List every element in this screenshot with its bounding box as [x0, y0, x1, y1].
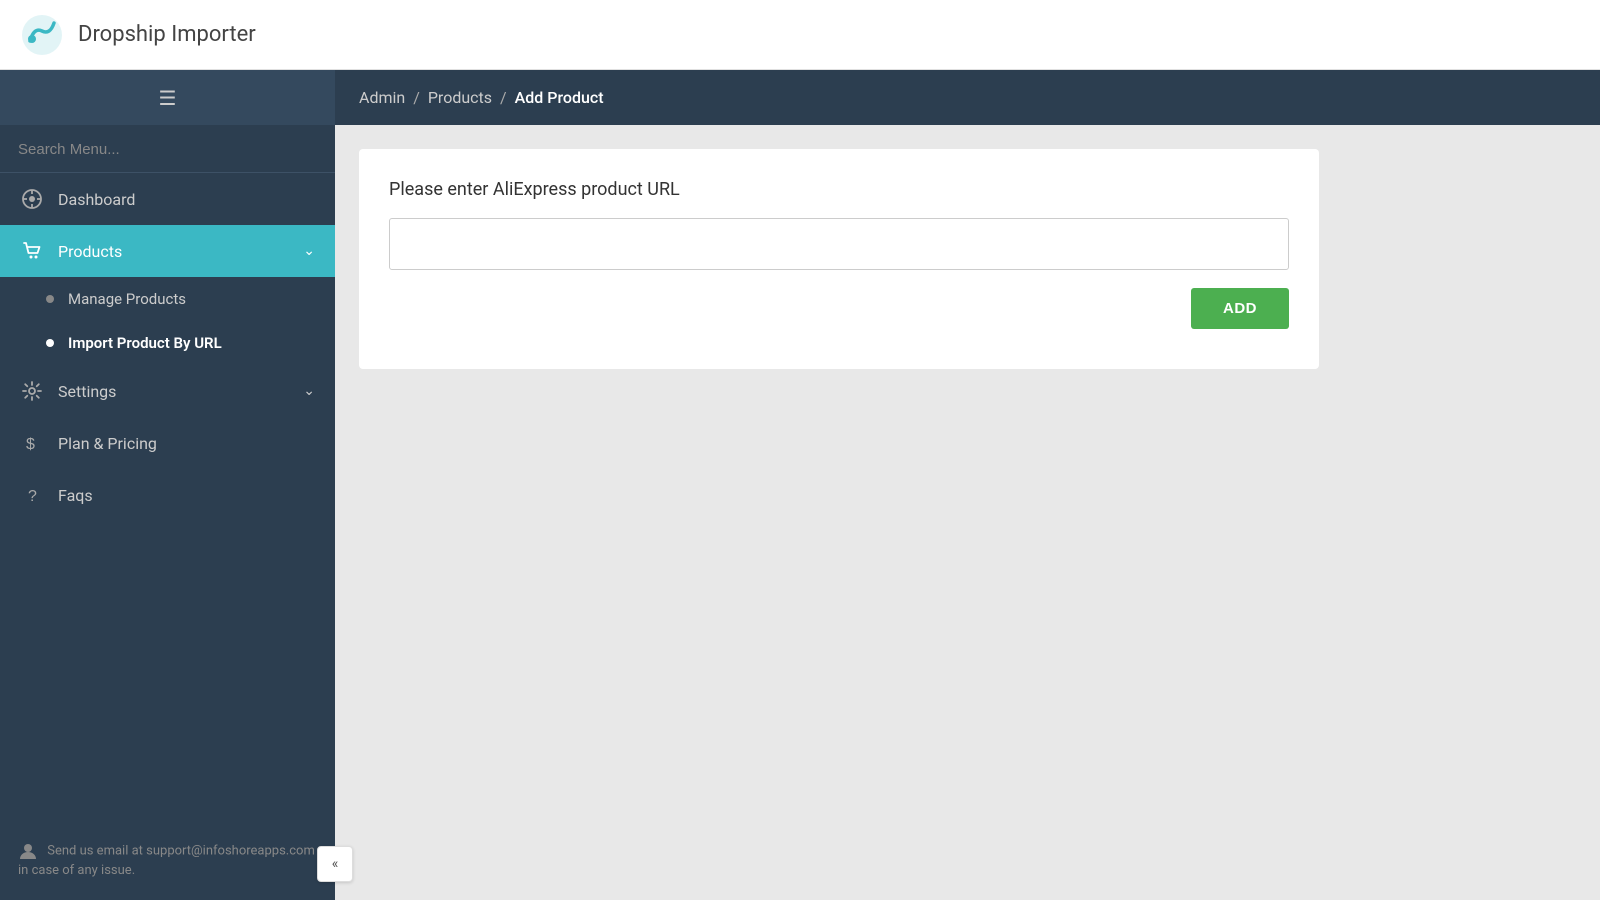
gear-icon: [20, 379, 44, 403]
collapse-icon: «: [332, 856, 339, 872]
sidebar-item-dashboard[interactable]: Dashboard: [0, 173, 335, 225]
app-title: Dropship Importer: [78, 22, 256, 47]
sidebar-topbar: ☰: [0, 70, 335, 125]
add-button-row: ADD: [389, 288, 1289, 329]
sidebar-item-products[interactable]: Products ⌄: [0, 225, 335, 277]
svg-text:?: ?: [28, 488, 37, 505]
sidebar-item-label-plan-pricing: Plan & Pricing: [58, 434, 315, 453]
settings-chevron-icon: ⌄: [303, 383, 315, 399]
svg-text:$: $: [26, 436, 35, 453]
sidebar-collapse-button[interactable]: «: [317, 846, 353, 882]
dashboard-icon: [20, 187, 44, 211]
sidebar-subitem-label-manage-products: Manage Products: [68, 290, 186, 308]
hamburger-icon[interactable]: ☰: [159, 86, 177, 110]
sidebar-item-faqs[interactable]: ? Faqs: [0, 469, 335, 521]
breadcrumb-admin[interactable]: Admin: [359, 88, 405, 107]
sidebar-subitem-label-import-product: Import Product By URL: [68, 334, 222, 352]
top-header: Dropship Importer: [0, 0, 1600, 70]
question-icon: ?: [20, 483, 44, 507]
breadcrumb-sep-2: /: [500, 88, 507, 107]
search-input[interactable]: [18, 141, 317, 158]
app-logo-icon: [20, 13, 64, 57]
main-content: Admin / Products / Add Product Please en…: [335, 70, 1600, 900]
sidebar-item-plan-pricing[interactable]: $ Plan & Pricing: [0, 417, 335, 469]
sidebar-item-label-faqs: Faqs: [58, 486, 315, 505]
url-input[interactable]: [389, 218, 1289, 270]
sidebar-subitem-manage-products[interactable]: Manage Products: [0, 277, 335, 321]
breadcrumb-products[interactable]: Products: [428, 88, 492, 107]
sidebar-subitem-import-product[interactable]: Import Product By URL: [0, 321, 335, 365]
content-area: Please enter AliExpress product URL ADD: [335, 125, 1600, 900]
cart-icon: [20, 239, 44, 263]
breadcrumb-bar: Admin / Products / Add Product: [335, 70, 1600, 125]
breadcrumb-sep-1: /: [413, 88, 420, 107]
sidebar-item-settings[interactable]: Settings ⌄: [0, 365, 335, 417]
sidebar: ☰ Dashboard: [0, 70, 335, 900]
support-text: Send us email at support@infoshoreapps.c…: [0, 821, 335, 900]
sidebar-search: [0, 125, 335, 173]
card-title: Please enter AliExpress product URL: [389, 179, 1289, 200]
dollar-icon: $: [20, 431, 44, 455]
products-chevron-icon: ⌄: [303, 243, 315, 259]
sidebar-item-label-dashboard: Dashboard: [58, 190, 315, 209]
sidebar-item-label-settings: Settings: [58, 382, 303, 401]
add-button[interactable]: ADD: [1191, 288, 1289, 329]
manage-products-dot: [46, 295, 54, 303]
import-product-dot: [46, 339, 54, 347]
person-icon: [18, 841, 38, 861]
breadcrumb-add-product: Add Product: [515, 88, 604, 107]
add-product-card: Please enter AliExpress product URL ADD: [359, 149, 1319, 369]
sidebar-item-label-products: Products: [58, 242, 303, 261]
support-message: Send us email at support@infoshoreapps.c…: [18, 843, 315, 878]
